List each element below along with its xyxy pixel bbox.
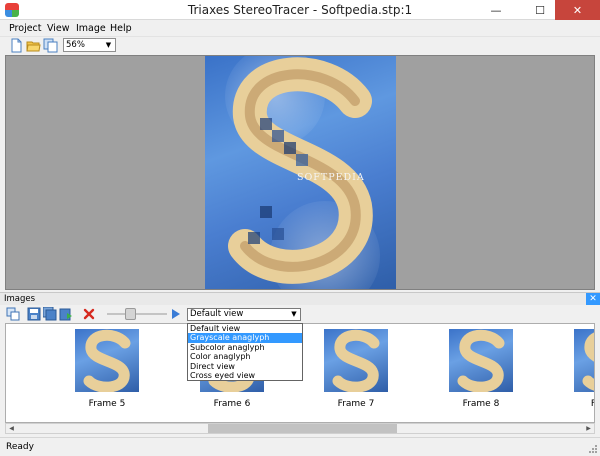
delete-icon[interactable] <box>82 307 96 321</box>
save-copy-icon[interactable] <box>43 38 58 53</box>
play-icon[interactable] <box>168 307 182 321</box>
frame-thumbnail[interactable] <box>324 329 388 392</box>
frame-label: Frame 6 <box>213 399 251 409</box>
s-logo-thumb-icon <box>457 329 505 392</box>
frame-thumbnail[interactable] <box>574 329 594 392</box>
chevron-down-icon: ▼ <box>291 310 297 318</box>
images-panel-header: Images ✕ <box>0 292 600 306</box>
scrollbar-thumb[interactable] <box>208 424 397 433</box>
export-icon[interactable] <box>59 307 73 321</box>
s-logo-thumb-icon <box>83 329 131 392</box>
stereo-image: SOFTPEDIA <box>205 56 396 289</box>
menu-project-label: Project <box>9 23 42 34</box>
menu-help-label: Help <box>110 23 132 34</box>
frame-thumbnail[interactable] <box>449 329 513 392</box>
save-all-icon[interactable] <box>43 307 57 321</box>
frame-label: F <box>566 399 594 409</box>
frame-slider-track[interactable] <box>107 313 167 315</box>
s-logo-thumb-icon <box>582 332 594 391</box>
minimize-button[interactable]: — <box>482 0 510 20</box>
frame-label: Frame 8 <box>462 399 500 409</box>
menu-project[interactable]: Project <box>9 23 42 34</box>
scroll-left-icon[interactable]: ◀ <box>6 424 17 433</box>
view-option-default[interactable]: Default view <box>188 324 302 333</box>
frame-label: Frame 5 <box>88 399 126 409</box>
title-bar: Triaxes StereoTracer - Softpedia.stp:1 —… <box>0 0 600 20</box>
view-option-direct-view[interactable]: Direct view <box>188 362 302 371</box>
view-option-subcolor-anaglyph[interactable]: Subcolor anaglyph <box>188 343 302 352</box>
menu-bar: Project View Image Help <box>0 20 600 37</box>
image-viewer[interactable]: SOFTPEDIA <box>5 55 595 290</box>
window-title: Triaxes StereoTracer - Softpedia.stp:1 <box>187 3 413 17</box>
view-option-color-anaglyph[interactable]: Color anaglyph <box>188 352 302 361</box>
images-panel-title: Images <box>4 294 36 304</box>
view-mode-dropdown-list: Default view Grayscale anaglyph Subcolor… <box>187 323 303 381</box>
menu-image-label: Image <box>76 23 106 34</box>
zoom-select[interactable]: 56% ▼ <box>63 38 116 52</box>
frame-slider-thumb[interactable] <box>125 308 136 320</box>
view-mode-select[interactable]: Default view ▼ <box>187 308 301 321</box>
frame-thumbnail[interactable] <box>75 329 139 392</box>
image-caption: SOFTPEDIA <box>297 172 365 183</box>
menu-view[interactable]: View <box>47 23 70 34</box>
close-window-button[interactable]: ✕ <box>555 0 600 20</box>
resize-grip-icon[interactable] <box>588 444 598 454</box>
maximize-button[interactable]: ☐ <box>526 0 554 20</box>
status-bar: Ready <box>0 437 600 456</box>
save-icon[interactable] <box>27 307 41 321</box>
open-folder-icon[interactable] <box>26 38 41 53</box>
view-mode-value: Default view <box>190 309 244 319</box>
copy-frames-icon[interactable] <box>6 307 20 321</box>
scroll-right-icon[interactable]: ▶ <box>583 424 594 433</box>
menu-help[interactable]: Help <box>110 23 132 34</box>
zoom-value: 56% <box>66 40 85 50</box>
images-toolbar: Default view ▼ <box>0 305 600 323</box>
menu-image[interactable]: Image <box>76 23 106 34</box>
frame-label: Frame 7 <box>337 399 375 409</box>
view-option-grayscale-anaglyph[interactable]: Grayscale anaglyph <box>188 333 302 343</box>
main-toolbar: 56% ▼ <box>0 37 600 54</box>
status-text: Ready <box>6 442 34 452</box>
view-option-cross-eyed-view[interactable]: Cross eyed view <box>188 371 302 380</box>
chevron-down-icon: ▼ <box>105 41 112 49</box>
menu-view-label: View <box>47 23 70 34</box>
new-project-icon[interactable] <box>9 38 24 53</box>
s-logo-thumb-icon <box>332 329 380 392</box>
